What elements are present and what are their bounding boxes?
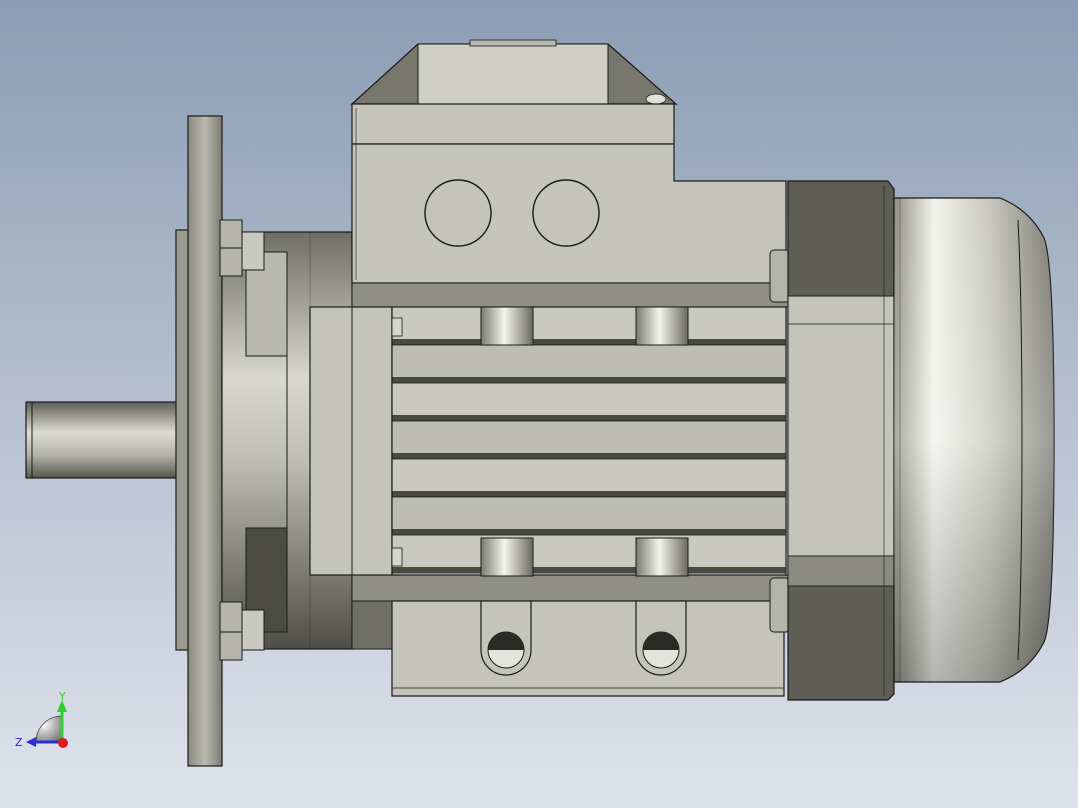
end-shield-screw bbox=[391, 317, 403, 337]
fin-gap bbox=[392, 339, 786, 345]
mounting-foot[interactable] bbox=[391, 600, 785, 697]
housing-band-upper bbox=[351, 282, 789, 308]
front-end-shield bbox=[309, 306, 393, 576]
output-shaft[interactable] bbox=[25, 401, 179, 479]
lid-screw-strip bbox=[469, 39, 557, 47]
housing-band-lower bbox=[351, 574, 789, 602]
tie-rod-boss bbox=[635, 306, 689, 346]
cooling-fins bbox=[391, 306, 787, 576]
fin-gap bbox=[392, 453, 786, 459]
fin-gap bbox=[392, 529, 786, 535]
cable-gland-knockout bbox=[532, 179, 600, 247]
cad-viewport[interactable]: Y Z bbox=[0, 0, 1078, 808]
y-axis-label: Y bbox=[58, 690, 66, 703]
cable-gland-knockout bbox=[424, 179, 492, 247]
fin-gap bbox=[392, 491, 786, 497]
rear-end-shield[interactable] bbox=[769, 180, 895, 701]
fin-gap bbox=[392, 377, 786, 383]
x-axis-origin-dot bbox=[58, 738, 68, 748]
fan-cowl[interactable] bbox=[893, 197, 1055, 683]
tie-rod-boss bbox=[480, 306, 534, 346]
z-axis-label: Z bbox=[15, 736, 23, 749]
housing-lower-shadow bbox=[351, 600, 393, 650]
lid-screw bbox=[645, 93, 667, 105]
mounting-flange[interactable] bbox=[187, 115, 223, 767]
fin-gap bbox=[392, 567, 786, 573]
fin-gap bbox=[392, 415, 786, 421]
end-shield-screw bbox=[391, 547, 403, 567]
tie-rod-boss bbox=[480, 537, 534, 577]
motor-model-view[interactable]: Y Z bbox=[0, 0, 1078, 808]
tie-rod-boss bbox=[635, 537, 689, 577]
